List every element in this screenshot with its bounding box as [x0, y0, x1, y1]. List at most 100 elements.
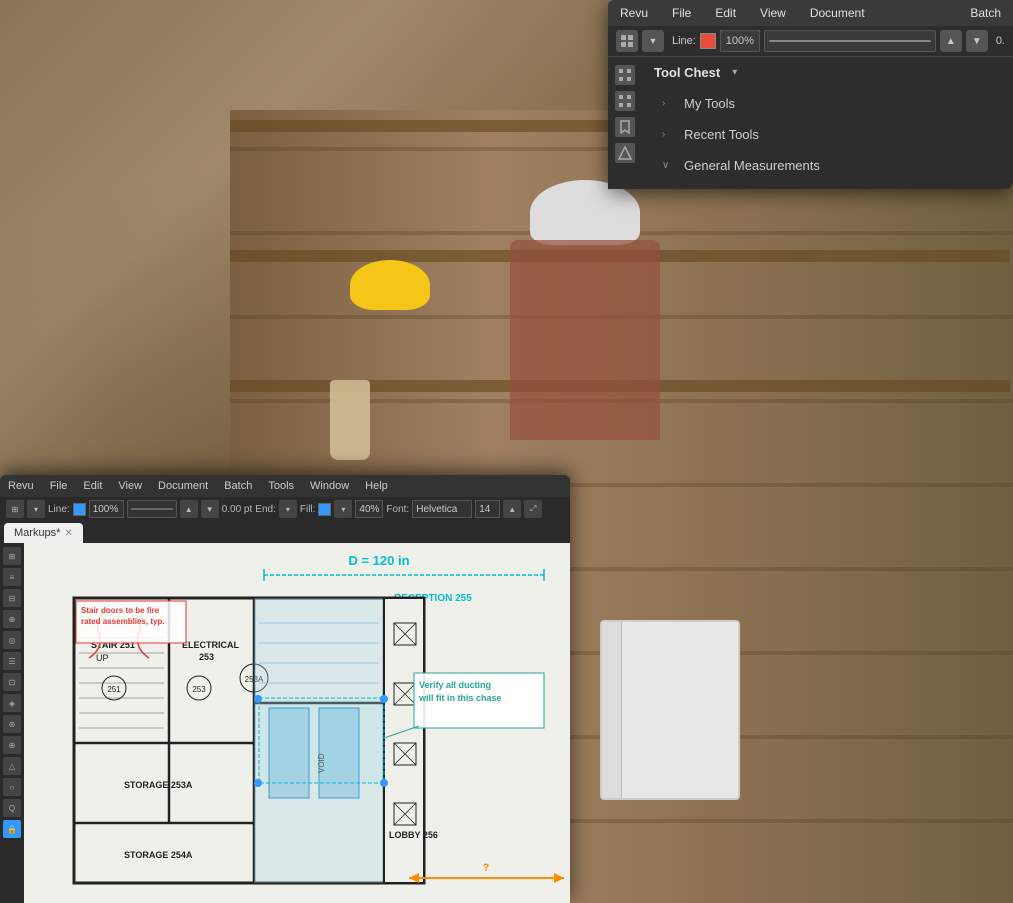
- bp-sidebar-lock[interactable]: 🔒: [3, 820, 21, 838]
- blueprint-menubar: Revu File Edit View Document Batch Tools…: [0, 475, 570, 497]
- bp-fill-percent[interactable]: [355, 500, 383, 518]
- bp-font-label: Font:: [386, 504, 409, 515]
- bp-menu-help[interactable]: Help: [357, 475, 396, 497]
- menu-edit[interactable]: Edit: [703, 0, 748, 26]
- menu-view[interactable]: View: [748, 0, 798, 26]
- bp-fill-chevron[interactable]: ▾: [334, 500, 352, 518]
- my-tools-chevron: ›: [662, 98, 674, 109]
- toolbar-menubar: Revu File Edit View Document Batch: [608, 0, 1013, 26]
- general-measurements-item[interactable]: ∨ General Measurements: [650, 150, 1005, 181]
- toolbar-row: ▾ Line: ▲ ▼ 0.: [608, 26, 1013, 57]
- bp-sidebar-tool1[interactable]: ⊡: [3, 673, 21, 691]
- menu-file[interactable]: File: [660, 0, 703, 26]
- recent-tools-item[interactable]: › Recent Tools: [650, 119, 1005, 150]
- bp-menu-tools[interactable]: Tools: [260, 475, 302, 497]
- toolbar-main-icon[interactable]: [616, 30, 638, 52]
- bp-menu-edit[interactable]: Edit: [75, 475, 110, 497]
- menu-revu[interactable]: Revu: [608, 0, 660, 26]
- bp-zoom-input[interactable]: [89, 500, 124, 518]
- bp-fill-color[interactable]: [318, 503, 331, 516]
- line-color-picker[interactable]: [700, 33, 716, 49]
- bp-menu-view[interactable]: View: [110, 475, 150, 497]
- tab-close-button[interactable]: ✕: [64, 528, 72, 539]
- line-label: Line:: [672, 35, 696, 47]
- bp-sidebar-list[interactable]: ≡: [3, 568, 21, 586]
- toolbar-chevron-icon[interactable]: ▾: [642, 30, 664, 52]
- general-measurements-label: General Measurements: [684, 158, 820, 173]
- tool-chest-panel: Tool Chest ▾ › My Tools › Recent Tools ∨…: [642, 57, 1013, 189]
- bp-sidebar-tool2[interactable]: ◈: [3, 694, 21, 712]
- menu-document[interactable]: Document: [798, 0, 877, 26]
- bp-sidebar-properties[interactable]: ☰: [3, 652, 21, 670]
- tool-chest-title: Tool Chest: [654, 65, 720, 80]
- general-measurements-chevron: ∨: [662, 160, 674, 171]
- bp-fill-label: Fill:: [300, 504, 316, 515]
- svg-text:Stair doors to be fire: Stair doors to be fire: [81, 606, 160, 615]
- bp-measure-value: 0.00 pt: [222, 504, 253, 515]
- bp-sidebar-add[interactable]: ⊕: [3, 736, 21, 754]
- bp-down-icon[interactable]: ▼: [201, 500, 219, 518]
- bp-menu-batch[interactable]: Batch: [216, 475, 260, 497]
- recent-tools-chevron: ›: [662, 129, 674, 140]
- blueprint-svg: D = 120 in RECEPTION 255: [24, 543, 570, 903]
- bp-chevron-icon[interactable]: ▾: [27, 500, 45, 518]
- menu-batch[interactable]: Batch: [958, 0, 1013, 26]
- bp-sidebar-tool3[interactable]: ⊛: [3, 715, 21, 733]
- bp-menu-window[interactable]: Window: [302, 475, 357, 497]
- coffee-cup: [330, 380, 370, 460]
- bp-font-name[interactable]: [412, 500, 472, 518]
- my-tools-label: My Tools: [684, 96, 735, 111]
- sidebar-grid-icon[interactable]: [615, 65, 635, 85]
- bp-menu-revu[interactable]: Revu: [0, 475, 42, 497]
- bp-menu-file[interactable]: File: [42, 475, 76, 497]
- toolbar-window: Revu File Edit View Document Batch ▾ Lin…: [608, 0, 1013, 189]
- svg-text:253: 253: [192, 685, 206, 694]
- bp-font-up[interactable]: ▲: [503, 500, 521, 518]
- bp-up-icon[interactable]: ▲: [180, 500, 198, 518]
- toolbar-slider[interactable]: [764, 30, 936, 52]
- bp-menu-document[interactable]: Document: [150, 475, 216, 497]
- bp-left-sidebar: ⊞ ≡ ⊟ ⊕ ◎ ☰ ⊡ ◈ ⊛ ⊕ △ ○ Q 🔒: [0, 543, 24, 903]
- bp-end-select[interactable]: ▾: [279, 500, 297, 518]
- tool-chest-items: › My Tools › Recent Tools ∨ General Meas…: [642, 88, 1013, 189]
- bp-sidebar-circle[interactable]: ○: [3, 778, 21, 796]
- left-icon-column: [608, 57, 642, 189]
- svg-text:STORAGE 254A: STORAGE 254A: [124, 850, 193, 860]
- sidebar-measurement-icon[interactable]: [615, 143, 635, 163]
- tab-bar: Markups* ✕: [0, 521, 570, 543]
- sidebar-bookmark-icon[interactable]: [615, 117, 635, 137]
- bp-sidebar-pages[interactable]: ⊕: [3, 610, 21, 628]
- white-helmet: [530, 180, 640, 245]
- tool-chest-chevron[interactable]: ▾: [732, 67, 737, 78]
- bp-font-size[interactable]: [475, 500, 500, 518]
- worker-body: [510, 240, 660, 440]
- sidebar-layout-icon[interactable]: [615, 91, 635, 111]
- svg-text:STORAGE 253A: STORAGE 253A: [124, 780, 193, 790]
- bp-line-label: Line:: [48, 504, 70, 515]
- svg-text:253: 253: [199, 652, 214, 662]
- svg-text:?: ?: [483, 862, 490, 874]
- up-arrow-icon[interactable]: ▲: [940, 30, 962, 52]
- bp-grid-icon[interactable]: ⊞: [6, 500, 24, 518]
- zoom-percent[interactable]: [720, 30, 760, 52]
- yellow-helmet: [350, 260, 430, 310]
- tool-chest-container: Tool Chest ▾ › My Tools › Recent Tools ∨…: [608, 57, 1013, 189]
- markups-tab[interactable]: Markups* ✕: [4, 523, 83, 543]
- my-tools-item[interactable]: › My Tools: [650, 88, 1005, 119]
- bp-slider[interactable]: [127, 500, 177, 518]
- bp-sidebar-search[interactable]: ◎: [3, 631, 21, 649]
- bp-line-color[interactable]: [73, 503, 86, 516]
- tool-chest-header: Tool Chest ▾: [642, 57, 1013, 88]
- svg-text:ELECTRICAL: ELECTRICAL: [182, 640, 239, 650]
- tab-label: Markups*: [14, 527, 60, 539]
- bp-end-label: End:: [255, 504, 276, 515]
- svg-text:will fit in this chase: will fit in this chase: [418, 693, 502, 703]
- toolbar-value: 0.: [996, 35, 1005, 47]
- bp-sidebar-layers[interactable]: ⊟: [3, 589, 21, 607]
- down-arrow-icon[interactable]: ▼: [966, 30, 988, 52]
- bp-sidebar-search2[interactable]: Q: [3, 799, 21, 817]
- blueprint-window: Revu File Edit View Document Batch Tools…: [0, 475, 570, 903]
- bp-sidebar-grid[interactable]: ⊞: [3, 547, 21, 565]
- bp-sidebar-arrow[interactable]: △: [3, 757, 21, 775]
- bp-resize-icon[interactable]: ⤢: [524, 500, 542, 518]
